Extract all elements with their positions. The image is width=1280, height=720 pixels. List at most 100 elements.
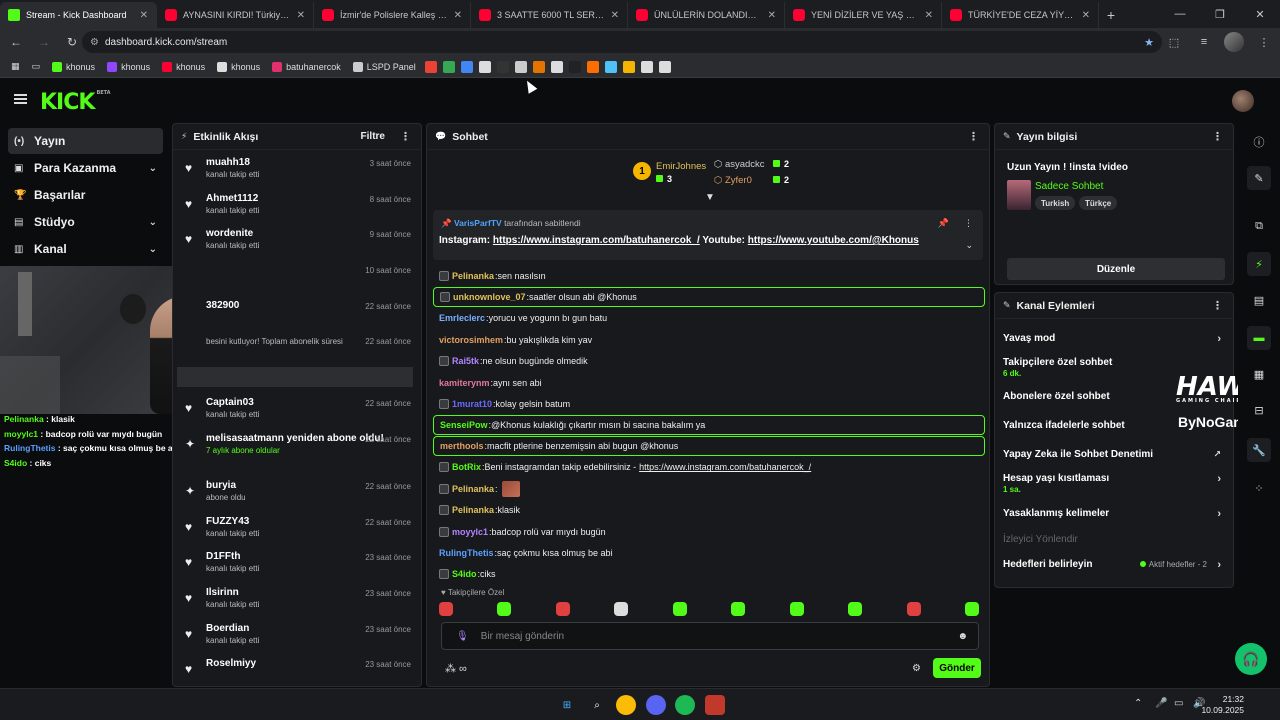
- external-link-icon[interactable]: ↗: [1213, 449, 1221, 460]
- extensions-icon[interactable]: ⬚: [1164, 32, 1184, 52]
- chat-username[interactable]: BotRix: [452, 462, 481, 472]
- kick-logo[interactable]: KICK BETA: [40, 90, 111, 115]
- bookmark-favicon-icon[interactable]: [532, 60, 545, 73]
- chat-username[interactable]: S4ido: [452, 569, 477, 579]
- browser-tab[interactable]: TÜRKİYE'DE CEZA YİYEN VE PO ✕: [942, 2, 1099, 28]
- chat-link[interactable]: https://www.instagram.com/batuhanercok_/: [639, 462, 811, 472]
- browser-tab[interactable]: AYNASINI KIRDI! Türkiye'de Yaş ✕: [157, 2, 314, 28]
- channel-action-4[interactable]: Yapay Zeka ile Sohbet Denetimi ↗: [1003, 449, 1227, 460]
- sidebar-item-baarlar[interactable]: 🏆 Başarılar: [8, 182, 163, 208]
- sidebar-item-stdyo[interactable]: ▤ Stüdyo ⌄: [8, 209, 163, 235]
- site-info-icon[interactable]: ⚙: [90, 37, 99, 48]
- bookmark-item[interactable]: LSPD Panel: [350, 61, 419, 72]
- chat-username[interactable]: Emrleclerc: [439, 313, 485, 323]
- emote-icon[interactable]: [614, 602, 629, 616]
- system-clock[interactable]: 21:32 10.09.2025: [1201, 694, 1244, 716]
- back-icon[interactable]: ←: [4, 30, 28, 54]
- bookmark-favicon-icon[interactable]: [622, 60, 635, 73]
- kebab-menu-icon[interactable]: ⋮: [964, 218, 973, 229]
- network-icon[interactable]: ▭: [1174, 698, 1183, 709]
- chat-settings-icon[interactable]: ⚙: [912, 663, 921, 674]
- help-icon[interactable]: 🎧: [1235, 643, 1267, 675]
- emoji-icon[interactable]: ☻: [957, 631, 968, 642]
- tray-chevron-icon[interactable]: ⌃: [1134, 698, 1142, 709]
- chat-username[interactable]: Rai5tk: [452, 356, 479, 366]
- chevron-down-icon[interactable]: ⌄: [149, 163, 157, 174]
- browser-menu-icon[interactable]: ⋮: [1254, 32, 1274, 52]
- chevron-down-icon[interactable]: ⌄: [149, 244, 157, 255]
- chat-username[interactable]: merthools: [440, 441, 484, 451]
- folder-icon[interactable]: ▭: [29, 61, 44, 72]
- chat-username[interactable]: 1murat10: [452, 399, 492, 409]
- grid-icon[interactable]: ▦: [1247, 362, 1271, 386]
- bookmark-item[interactable]: khonus: [104, 61, 153, 72]
- browser-tab[interactable]: İzmir'de Polislere Kalleş Saldırı ✕: [314, 2, 471, 28]
- emote-icon[interactable]: [789, 602, 804, 616]
- emote-icon[interactable]: [555, 602, 570, 616]
- user-avatar[interactable]: [1232, 90, 1254, 112]
- bookmark-favicon-icon[interactable]: [496, 60, 509, 73]
- channel-action-8[interactable]: Hedefleri belirleyin › Aktif hedefler - 2: [1003, 559, 1227, 571]
- bookmark-favicon-icon[interactable]: [640, 60, 653, 73]
- pinned-link-instagram[interactable]: https://www.instagram.com/batuhanercok_/: [493, 235, 700, 246]
- collapse-icon[interactable]: ▼: [705, 192, 715, 203]
- new-tab-icon[interactable]: +: [1099, 2, 1123, 28]
- emote-icon[interactable]: [439, 602, 453, 616]
- kebab-menu-icon[interactable]: ⋮: [1212, 130, 1223, 143]
- pin-icon[interactable]: 📌: [938, 218, 949, 229]
- bookmark-favicon-icon[interactable]: [568, 60, 581, 73]
- sidebar-item-yayn[interactable]: (•) Yayın: [8, 128, 163, 154]
- emote-icon[interactable]: [672, 602, 687, 616]
- mic-icon[interactable]: 🎙: [456, 631, 469, 642]
- kebab-menu-icon[interactable]: ⋮: [968, 130, 979, 143]
- bookmark-favicon-icon[interactable]: [586, 60, 599, 73]
- bookmark-favicon-icon[interactable]: [478, 60, 491, 73]
- chat-username[interactable]: moyylc1: [452, 527, 488, 537]
- emote-icon[interactable]: [848, 602, 863, 616]
- chevron-right-icon[interactable]: ›: [1217, 473, 1221, 485]
- chat-username[interactable]: Pelinanka: [452, 505, 494, 515]
- pencil-icon[interactable]: ✎: [1247, 166, 1271, 190]
- kebab-menu-icon[interactable]: ⋮: [1212, 299, 1223, 312]
- wrench-icon[interactable]: 🔧: [1247, 438, 1271, 462]
- app-icon[interactable]: [705, 695, 725, 715]
- close-window-icon[interactable]: ✕: [1240, 0, 1280, 28]
- close-tab-icon[interactable]: ✕: [454, 10, 462, 21]
- document-icon[interactable]: ▤: [1247, 288, 1271, 312]
- sidebar-item-parakazanma[interactable]: ▣ Para Kazanma ⌄: [8, 155, 163, 181]
- minimize-icon[interactable]: —: [1160, 0, 1200, 28]
- send-button[interactable]: Gönder: [933, 658, 981, 678]
- kebab-menu-icon[interactable]: ⋮: [400, 130, 411, 143]
- chat-message-input[interactable]: 🎙 Bir mesaj gönderin ☻: [441, 622, 979, 650]
- chat-username[interactable]: victorosimhem: [439, 335, 503, 345]
- bookmark-favicon-icon[interactable]: [514, 60, 527, 73]
- apps-dots-icon[interactable]: ⁘: [1247, 476, 1271, 500]
- reload-icon[interactable]: ↻: [60, 30, 84, 54]
- chat-bubble-icon[interactable]: ▬: [1247, 326, 1271, 350]
- chat-username[interactable]: RulingThetis: [439, 548, 494, 558]
- bookmark-star-icon[interactable]: ★: [1144, 36, 1154, 49]
- leader-name[interactable]: ⬡ Zyfer0: [714, 175, 752, 186]
- points-icon[interactable]: ⁂ ∞: [445, 662, 467, 675]
- bookmark-favicon-icon[interactable]: [460, 60, 473, 73]
- filter-button[interactable]: Filtre: [361, 131, 385, 142]
- screenshot-icon[interactable]: ⧉: [1247, 214, 1271, 238]
- bolt-icon[interactable]: ⚡: [1247, 252, 1271, 276]
- profile-avatar[interactable]: [1224, 32, 1244, 52]
- chevron-right-icon[interactable]: ›: [1217, 508, 1221, 520]
- windows-start-icon[interactable]: ⊞: [557, 695, 577, 715]
- url-bar[interactable]: ⚙ dashboard.kick.com/stream ★: [82, 31, 1162, 53]
- chevron-down-icon[interactable]: ⌄: [149, 217, 157, 228]
- restore-icon[interactable]: ❐: [1200, 0, 1240, 28]
- chat-username[interactable]: Pelinanka: [452, 271, 494, 281]
- search-icon[interactable]: ⌕: [587, 695, 607, 715]
- tab-search-icon[interactable]: ≡: [1194, 32, 1214, 52]
- emote-icon[interactable]: [906, 602, 921, 616]
- sidebar-item-kanal[interactable]: ▥ Kanal ⌄: [8, 236, 163, 262]
- info-icon[interactable]: ⓘ: [1247, 130, 1271, 154]
- lock-icon[interactable]: ⊟: [1247, 398, 1271, 422]
- emote-icon[interactable]: [731, 602, 746, 616]
- close-tab-icon[interactable]: ✕: [611, 10, 619, 21]
- apps-icon[interactable]: ▦: [8, 61, 23, 72]
- chat-username[interactable]: kamiterynm: [439, 378, 490, 388]
